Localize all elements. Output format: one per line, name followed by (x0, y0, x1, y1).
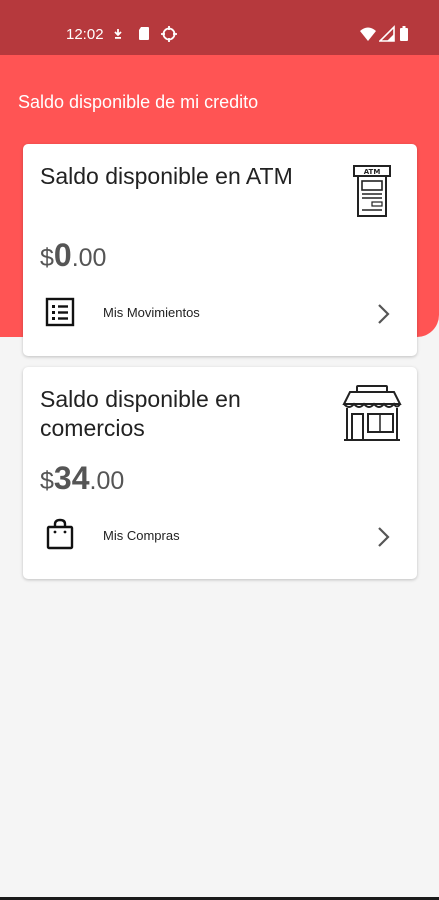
mis-movimientos-link[interactable]: Mis Movimientos (23, 284, 417, 340)
mis-compras-link[interactable]: Mis Compras (23, 507, 417, 563)
currency-symbol: $ (40, 467, 54, 495)
page-title: Saldo disponible de mi credito (18, 92, 259, 112)
status-bar: 12:02 (0, 0, 439, 55)
battery-icon (400, 26, 408, 41)
store-icon (342, 385, 402, 441)
card-title: Saldo disponible en ATM (40, 163, 293, 189)
amount-decimals: .00 (71, 244, 107, 272)
chevron-right-icon (378, 527, 390, 547)
atm-balance-card: Saldo disponible en ATM ATM $0.00 Mis Mo… (23, 144, 417, 356)
currency-symbol: $ (40, 244, 54, 272)
status-time: 12:02 (66, 26, 104, 43)
list-icon (45, 297, 75, 327)
signal-icon (379, 25, 395, 42)
wifi-icon (360, 27, 376, 41)
download-notification-icon (114, 29, 122, 39)
card-title: Saldo disponible en comercios (40, 386, 241, 441)
amount-decimals: .00 (89, 467, 125, 495)
target-icon (161, 26, 177, 42)
amount-integer: 34 (53, 460, 90, 496)
shopping-bag-icon (46, 518, 74, 550)
link-label: Mis Compras (103, 528, 180, 543)
atm-icon: ATM (353, 165, 391, 217)
svg-text:ATM: ATM (364, 168, 381, 176)
sim-card-icon (139, 27, 149, 40)
atm-balance-amount: $0.00 (40, 238, 106, 275)
link-label: Mis Movimientos (103, 305, 200, 320)
store-balance-amount: $34.00 (40, 461, 124, 498)
chevron-right-icon (378, 304, 390, 324)
store-balance-card: Saldo disponible en comercios $34.00 Mis… (23, 367, 417, 579)
amount-integer: 0 (53, 237, 72, 273)
